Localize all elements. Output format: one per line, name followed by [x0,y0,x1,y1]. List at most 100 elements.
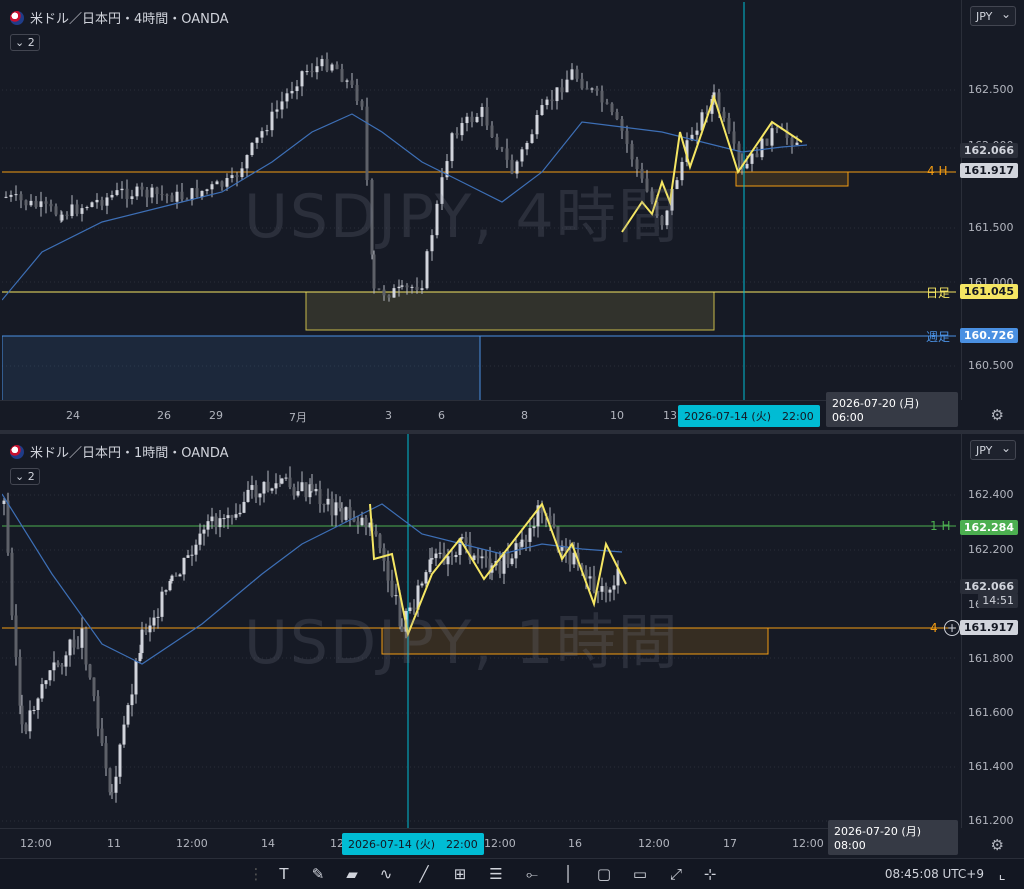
candle [238,504,242,517]
candle [595,85,599,96]
candle [490,121,494,138]
candle [344,506,348,523]
candle [75,199,79,217]
x-tick: 8 [521,409,528,422]
candle [29,194,33,207]
level-label-1h: 1 H [930,519,951,533]
candle [510,553,514,567]
candle [334,494,338,527]
symbol-title-4h[interactable]: 米ドル／日本円・4時間・OANDA [10,8,229,27]
candle [76,636,80,650]
add-alert-icon[interactable]: + [944,620,960,636]
level-4h-tag: 161.917 [959,620,1018,635]
currency-select[interactable]: JPY [970,438,1016,460]
candle [296,481,300,498]
price-axis-1h[interactable]: JPY 162.400 162.200 162.000 161.800 161.… [959,434,1024,828]
price-axis-4h[interactable]: JPY 162.500 162.000 161.500 161.000 160.… [959,0,1024,400]
x-tick: 26 [157,409,171,422]
candle [88,663,92,680]
candle [234,503,238,521]
trendline-icon[interactable]: ╱ [412,863,436,885]
candle [360,99,364,111]
candle [502,551,506,585]
candle [325,52,329,73]
x-tick: 11 [107,837,121,850]
crosshair-date-label: 2026-07-14 (火) 22:00 [342,833,484,855]
candle [580,72,584,90]
x-tick: 6 [438,409,445,422]
candle [295,80,299,100]
vertical-line-icon[interactable]: │ [556,863,580,885]
text-icon[interactable]: T [272,863,296,885]
candle [350,73,354,88]
daily-zone [305,291,715,331]
candle [218,509,222,538]
indicator-count-badge[interactable]: ⌄ 2 [10,34,40,51]
settings-gear-icon[interactable]: ⚙ [991,406,1004,424]
candle [178,573,182,577]
pitchfork-icon[interactable]: ☰ [484,863,508,885]
callout-icon[interactable]: ▭ [628,863,652,885]
symbol-title-text: 米ドル／日本円・4時間・OANDA [30,12,229,27]
grip-icon[interactable]: ⋮ [244,863,268,885]
symbol-title-1h[interactable]: 米ドル／日本円・1時間・OANDA [10,442,229,461]
candle [105,193,109,215]
candle [355,78,359,105]
candle [340,63,344,83]
candle [505,138,509,169]
chart-pane-4h[interactable]: 米ドル／日本円・4時間・OANDA ⌄ 2 USDJPY, 4時間 JPY 16… [0,0,1024,431]
horizontal-ray-icon[interactable]: ⟜ [520,863,544,885]
indicator-count-badge[interactable]: ⌄ 2 [10,468,40,485]
candle [155,186,159,204]
last-price-tag: 162.066 [959,143,1018,158]
candle [255,137,259,149]
y-tick: 161.800 [968,652,1014,665]
candle [592,565,596,594]
candle [125,179,129,208]
candle [732,121,736,150]
fib-grid-icon[interactable]: ⊞ [448,863,472,885]
brush-icon[interactable]: ✎ [306,863,330,885]
node-path-icon[interactable]: ⊹ [698,863,722,885]
candle [386,550,390,593]
candle [206,514,210,537]
candle [450,131,454,169]
path-icon[interactable]: ∿ [374,863,398,885]
settings-gear-icon[interactable]: ⚙ [991,836,1004,854]
candle [44,679,48,689]
clock-display[interactable]: 08:45:08 UTC+9 [885,867,984,881]
candle [114,765,118,803]
candle [280,477,284,485]
highlighter-icon[interactable]: ▰ [340,863,364,885]
candle [70,195,74,219]
fullscreen-icon[interactable]: ⌞ [990,863,1014,885]
x-tick: 29 [209,409,223,422]
candle [100,196,104,211]
candle [10,547,14,620]
candle [455,127,459,139]
chart-pane-1h[interactable]: 米ドル／日本円・1時間・OANDA ⌄ 2 USDJPY, 1時間 JPY 16… [0,434,1024,859]
candle [540,98,544,116]
candle [270,102,274,137]
candle [92,677,96,702]
candle [605,98,609,105]
candle [722,107,726,122]
currency-select[interactable]: JPY [970,4,1016,26]
candle [246,481,250,503]
candle [565,70,569,93]
candle [140,182,144,197]
candle [182,557,186,581]
candle [9,190,13,202]
candle [570,63,574,81]
candle [750,153,754,172]
rectangle-icon[interactable]: ▢ [592,863,616,885]
candle [174,572,178,577]
candle [372,250,376,294]
watermark-1h: USDJPY, 1時間 [244,608,680,678]
weekly-level-tag: 160.726 [959,328,1018,343]
candle [18,649,22,715]
time-axis-1h[interactable]: 12:00 11 12:00 14 12 12:00 16 12:00 17 1… [0,820,958,859]
time-axis-4h[interactable]: 24 26 29 7月 3 6 8 10 13 17 2026-07-14 (火… [0,392,958,431]
level-label-weekly: 週足 [926,330,951,344]
ruler-icon[interactable]: ⤢ [664,863,688,885]
